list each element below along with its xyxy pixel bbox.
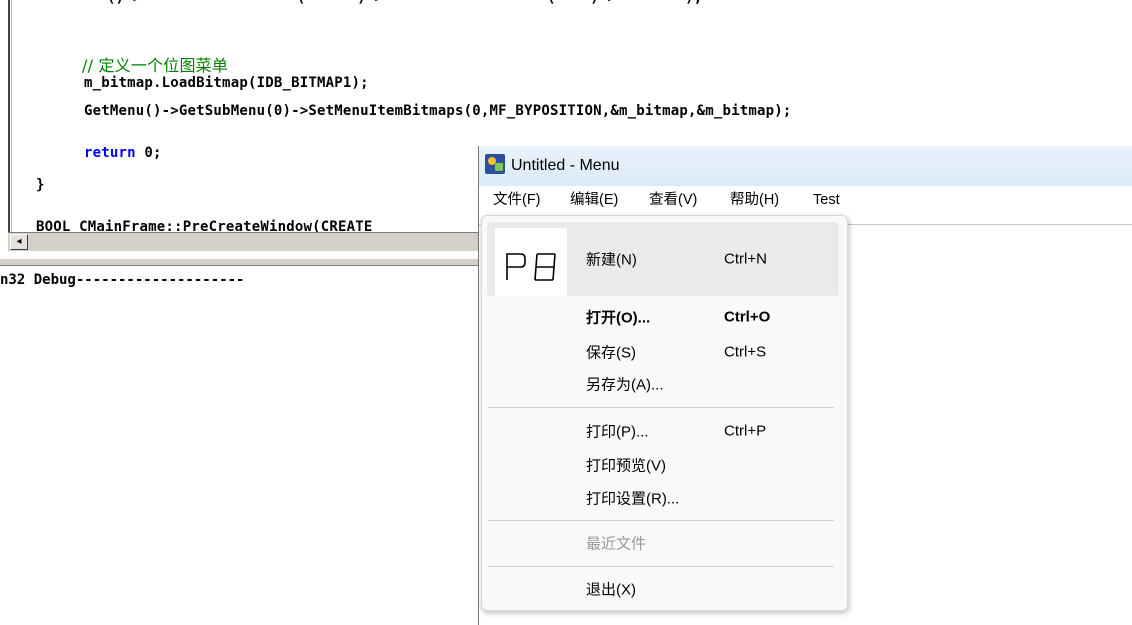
menu-item-save-as[interactable]: 另存为(A)... [487, 369, 839, 399]
menu-item-save-accel: Ctrl+S [724, 343, 767, 361]
menu-edit[interactable]: 编辑(E) [564, 186, 624, 214]
code-line-closing-brace: } [36, 177, 45, 193]
menu-item-print-preview[interactable]: 打印预览(V) [487, 450, 839, 480]
menu-item-open-label: 打开(O)... [586, 309, 651, 327]
code-line-comment: // 定义一个位图菜单 [82, 52, 228, 76]
menu-item-recent-files: 最近文件 [487, 528, 839, 558]
menu-separator [488, 520, 834, 521]
menu-file[interactable]: 文件(F) [487, 186, 547, 214]
return-value: 0; [135, 145, 162, 161]
editor-left-border [8, 0, 10, 232]
keyword-return: return [84, 145, 136, 161]
pane-splitter[interactable] [0, 258, 478, 266]
mfc-app-icon[interactable] [485, 154, 505, 174]
menu-separator [488, 407, 834, 408]
menu-item-print-label: 打印(P)... [586, 423, 649, 441]
menu-item-print-preview-label: 打印预览(V) [586, 457, 666, 475]
menu-help[interactable]: 帮助(H) [724, 186, 785, 214]
file-menu-dropdown: 新建(N) Ctrl+N 打开(O)... Ctrl+O 保存(S) Ctrl+… [481, 215, 848, 611]
menu-item-print-setup[interactable]: 打印设置(R)... [487, 483, 839, 513]
code-comment: // 定义一个位图菜单 [82, 56, 229, 75]
menu-item-open-accel: Ctrl+O [724, 308, 771, 326]
editor-horizontal-scrollbar[interactable] [8, 232, 478, 251]
bitmap-glyph-icon [495, 228, 567, 296]
menu-item-save-label: 保存(S) [586, 344, 636, 362]
code-line-setmenuitembitmaps: GetMenu()->GetSubMenu(0)->SetMenuItemBit… [84, 103, 792, 119]
menu-item-save-as-label: 另存为(A)... [586, 376, 664, 394]
menu-item-open[interactable]: 打开(O)... Ctrl+O [487, 302, 839, 332]
menu-bar: 文件(F) 编辑(E) 查看(V) 帮助(H) Test [479, 186, 1132, 216]
menu-item-new-accel: Ctrl+N [724, 250, 767, 268]
menu-item-print-accel: Ctrl+P [724, 422, 767, 440]
menu-item-recent-files-label: 最近文件 [586, 535, 647, 553]
menu-item-new[interactable]: 新建(N) Ctrl+N [487, 222, 839, 296]
menu-view[interactable]: 查看(V) [643, 186, 703, 214]
menu-separator [488, 566, 834, 567]
window-title: Untitled - Menu [511, 157, 620, 174]
scroll-left-arrow-icon[interactable]: ◂ [10, 234, 28, 250]
menu-item-new-label: 新建(N) [586, 251, 637, 269]
menu-item-save[interactable]: 保存(S) Ctrl+S [487, 337, 839, 367]
editor-left-border-inner [11, 0, 12, 232]
output-pane-text: n32 Debug-------------------- [0, 272, 245, 288]
code-line-loadbitmap: m_bitmap.LoadBitmap(IDB_BITMAP1); [84, 75, 369, 91]
code-line-partial-top: ()-> ( )-> ( )-> ); [38, 0, 702, 6]
menu-item-exit[interactable]: 退出(X) [487, 574, 839, 604]
title-bar[interactable]: Untitled - Menu [479, 146, 1132, 186]
menu-item-print-setup-label: 打印设置(R)... [586, 490, 680, 508]
menu-item-exit-label: 退出(X) [586, 581, 636, 599]
menu-test[interactable]: Test [807, 186, 846, 214]
menu-item-print[interactable]: 打印(P)... Ctrl+P [487, 416, 839, 446]
code-line-return: return 0; [84, 145, 162, 161]
